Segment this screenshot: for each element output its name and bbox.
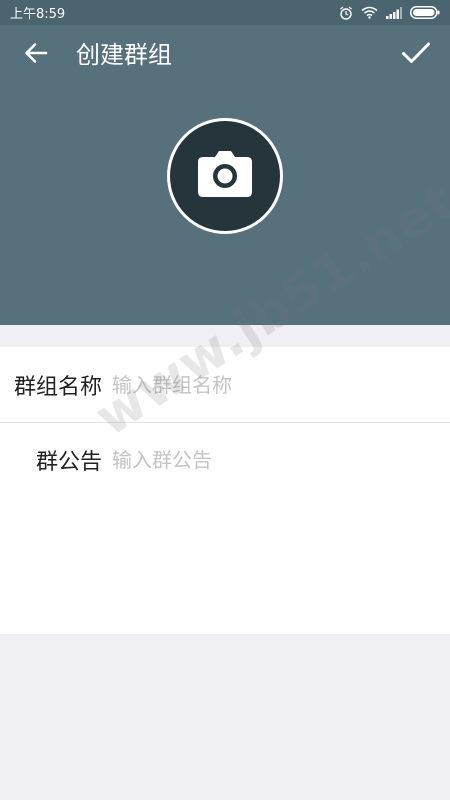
back-arrow-icon [24, 42, 48, 68]
group-notice-label: 群公告 [35, 450, 102, 475]
camera-icon [198, 151, 252, 201]
confirm-button[interactable] [396, 37, 436, 73]
page-title: 创建群组 [76, 41, 172, 69]
header: 创建群组 [0, 25, 450, 325]
group-name-row: 群组名称 [0, 347, 450, 422]
group-form: 群组名称 群公告 [0, 347, 450, 634]
signal-icon [386, 6, 402, 19]
group-notice-input[interactable] [112, 440, 450, 480]
wifi-icon [361, 6, 378, 19]
status-bar: 上午8:59 [0, 0, 450, 25]
alarm-icon [339, 5, 353, 20]
group-name-input[interactable] [112, 364, 450, 405]
group-notice-row: 群公告 [0, 422, 450, 497]
group-avatar-button[interactable] [167, 118, 283, 234]
group-name-label: 群组名称 [13, 374, 102, 400]
check-icon [401, 41, 431, 69]
status-time: 上午8:59 [10, 7, 66, 22]
battery-icon [410, 6, 440, 19]
status-icons [339, 5, 440, 20]
back-button[interactable] [18, 39, 54, 71]
